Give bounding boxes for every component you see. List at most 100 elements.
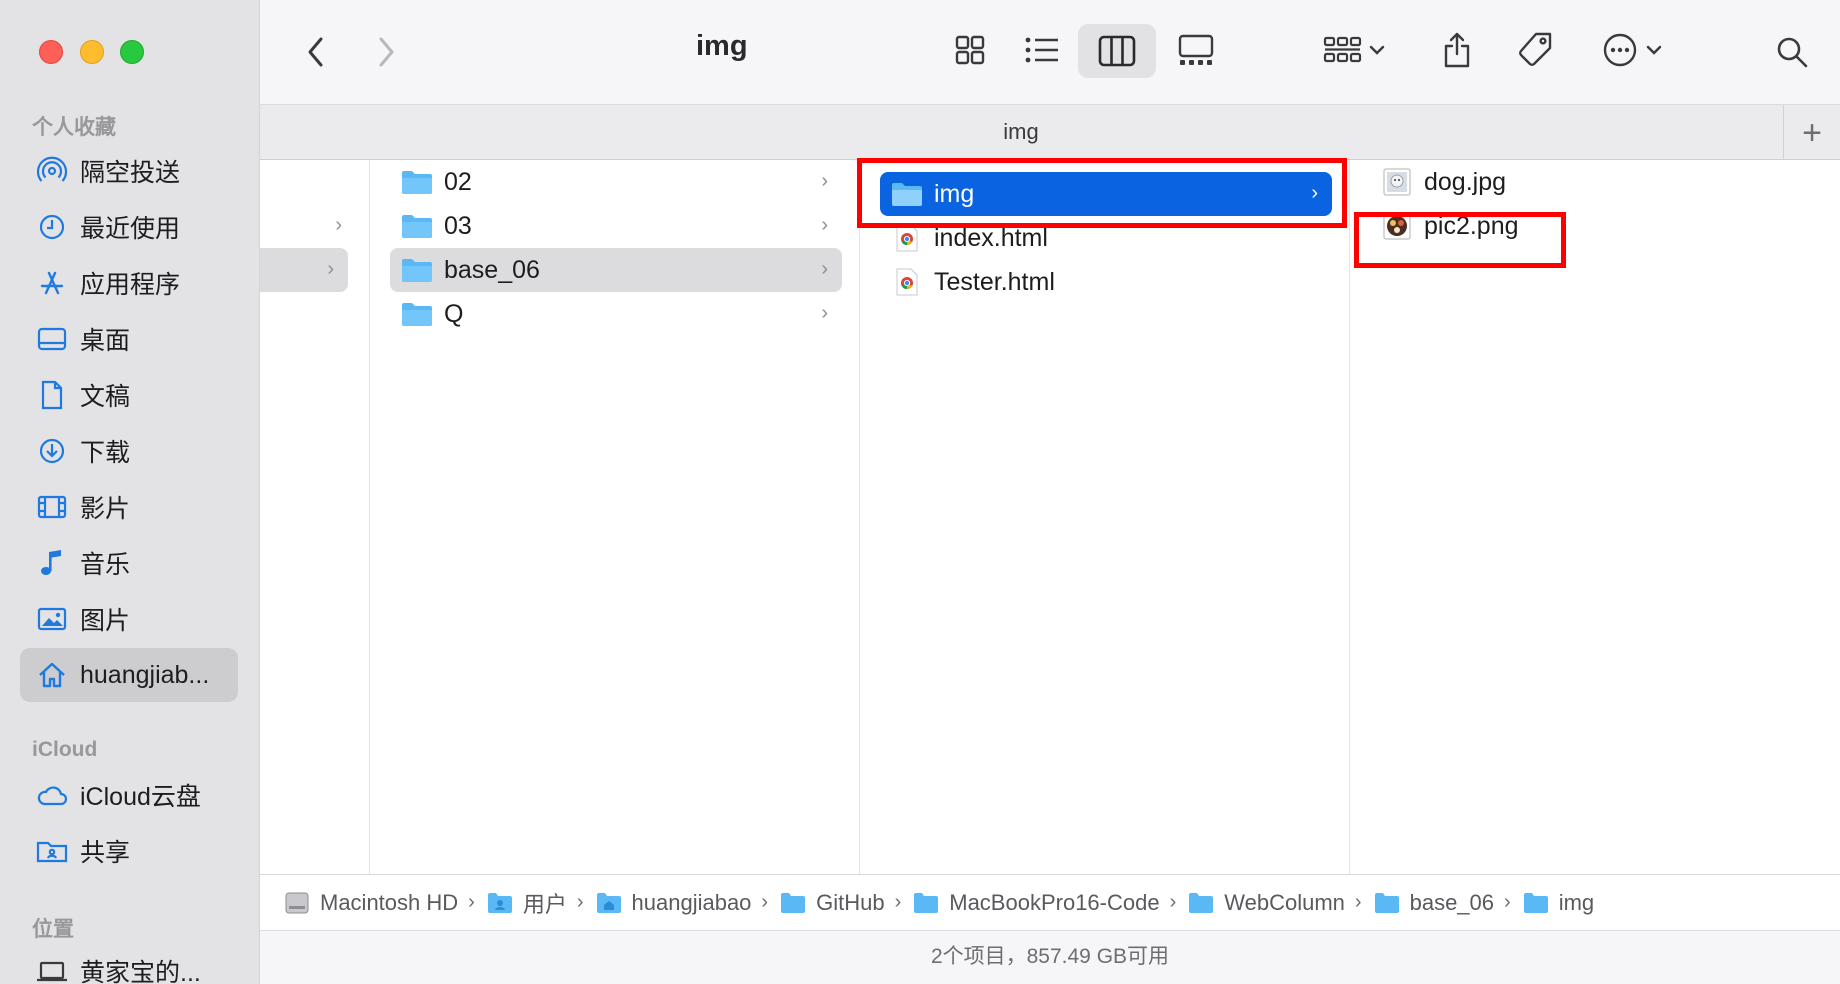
sidebar-item-label: 隔空投送 [80,159,181,187]
zoom-window-button[interactable] [120,40,144,64]
breadcrumb-label: GitHub [816,889,885,915]
sidebar-item-icloud-drive[interactable]: iCloud云盘 [20,768,238,822]
breadcrumb-label: Macintosh HD [320,889,459,915]
folder-icon [400,256,434,284]
tags-button[interactable] [1508,22,1562,78]
list-item-02[interactable]: 02 › [390,160,842,204]
tab-img[interactable]: img [260,119,1782,145]
back-button[interactable] [296,30,336,74]
file-name: 02 [444,167,472,196]
sidebar: 个人收藏 隔空投送 最近使用 应用程序 桌面 文稿 下载 影片 音乐 图片 hu… [0,0,260,984]
column-3: img › index.html Tester.html [860,160,1350,874]
breadcrumb-label: huangjiabao [631,889,752,915]
sidebar-item-desktop[interactable]: 桌面 [20,312,238,366]
hard-drive-icon [284,891,312,915]
shared-folder-icon [36,835,68,867]
breadcrumb-label: 用户 [522,891,567,917]
sidebar-item-label: 最近使用 [80,215,181,243]
window-title: img [696,30,748,62]
chevron-right-icon: › [821,214,828,236]
chevron-down-icon [1369,45,1385,55]
folder-icon [1374,891,1402,915]
breadcrumb-github[interactable]: GitHub [780,889,885,916]
breadcrumb-img[interactable]: img [1523,890,1594,916]
breadcrumb-base-06[interactable]: base_06 [1374,890,1494,916]
list-item-base-06[interactable]: base_06 › [390,248,842,292]
sidebar-section-locations: 位置 [32,918,74,941]
sidebar-item-airdrop[interactable]: 隔空投送 [20,144,238,198]
sidebar-item-shared[interactable]: 共享 [20,824,238,878]
group-by-button[interactable] [1314,24,1394,76]
chevron-right-icon: › [335,214,342,236]
forward-button[interactable] [366,30,406,74]
chevron-right-icon: › [821,258,828,280]
file-name: img [934,179,975,208]
column-4: dog.jpg pic2.png [1350,160,1840,874]
column-1: › › [260,160,370,874]
home-folder-icon [596,891,624,915]
breadcrumb-label: WebColumn [1224,889,1345,915]
sidebar-item-label: huangjiab... [80,660,210,689]
search-icon [1777,37,1808,68]
home-icon [36,659,68,691]
sidebar-item-recents[interactable]: 最近使用 [20,200,238,254]
clock-icon [36,211,68,243]
laptop-icon [36,955,68,984]
sidebar-item-home[interactable]: huangjiab... [20,648,238,702]
breadcrumb-macintosh-hd[interactable]: Macintosh HD [284,890,458,916]
sidebar-item-movies[interactable]: 影片 [20,480,238,534]
list-item[interactable]: › [260,204,356,248]
sidebar-item-downloads[interactable]: 下载 [20,424,238,478]
tag-icon [1519,32,1552,66]
file-name: dog.jpg [1424,167,1507,196]
list-view-button[interactable] [1014,24,1070,76]
folder-icon [400,168,434,196]
folder-icon [400,300,434,328]
file-name: pic2.png [1424,211,1519,240]
html-file-icon [890,224,924,252]
sidebar-item-documents[interactable]: 文稿 [20,368,238,422]
list-item-img[interactable]: img › [880,172,1332,216]
list-item-q[interactable]: Q › [390,292,842,336]
sidebar-item-label: 音乐 [80,551,131,579]
breadcrumb-macbookpro16-code[interactable]: MacBookPro16-Code [913,890,1160,916]
list-item[interactable]: › [260,248,348,292]
sidebar-item-applications[interactable]: 应用程序 [20,256,238,310]
chevron-right-icon: › [327,258,334,280]
chevron-right-icon: › [1504,891,1511,913]
breadcrumb-webcolumn[interactable]: WebColumn [1188,890,1345,916]
folder-icon [1188,891,1216,915]
image-file-icon [1380,212,1414,240]
chevron-right-icon [379,37,394,67]
chevron-right-icon: › [576,891,584,913]
chevron-right-icon: › [761,891,769,913]
list-item-03[interactable]: 03 › [390,204,842,248]
list-item-index-html[interactable]: index.html [880,216,1332,260]
close-window-button[interactable] [39,40,63,64]
list-icon [1025,37,1058,63]
icon-view-button[interactable] [942,24,998,76]
sidebar-item-music[interactable]: 音乐 [20,536,238,590]
image-file-icon [1380,168,1414,196]
sidebar-item-macbook[interactable]: 黄家宝的... [20,944,238,984]
list-item-pic2-png[interactable]: pic2.png [1370,204,1810,248]
list-item-dog-jpg[interactable]: dog.jpg [1370,160,1810,204]
list-item-tester-html[interactable]: Tester.html [880,260,1332,304]
more-actions-button[interactable] [1590,24,1674,76]
breadcrumb-huangjiabao[interactable]: huangjiabao [596,889,752,916]
column-2: 02 › 03 › base_06 › Q › [370,160,860,874]
share-button[interactable] [1430,22,1484,78]
chevron-right-icon: › [1169,891,1177,913]
new-tab-button[interactable]: + [1783,105,1840,161]
sidebar-section-icloud: iCloud [32,738,98,761]
chevron-right-icon: › [1354,891,1362,913]
chevron-right-icon: › [1311,182,1318,204]
sidebar-item-label: iCloud云盘 [80,783,201,811]
search-button[interactable] [1766,26,1818,78]
sidebar-item-pictures[interactable]: 图片 [20,592,238,646]
chevron-down-icon [1646,45,1662,55]
gallery-view-button[interactable] [1164,24,1228,76]
column-view-button[interactable] [1078,24,1156,78]
minimize-window-button[interactable] [80,40,104,64]
breadcrumb-users[interactable]: 用户 [487,887,567,919]
